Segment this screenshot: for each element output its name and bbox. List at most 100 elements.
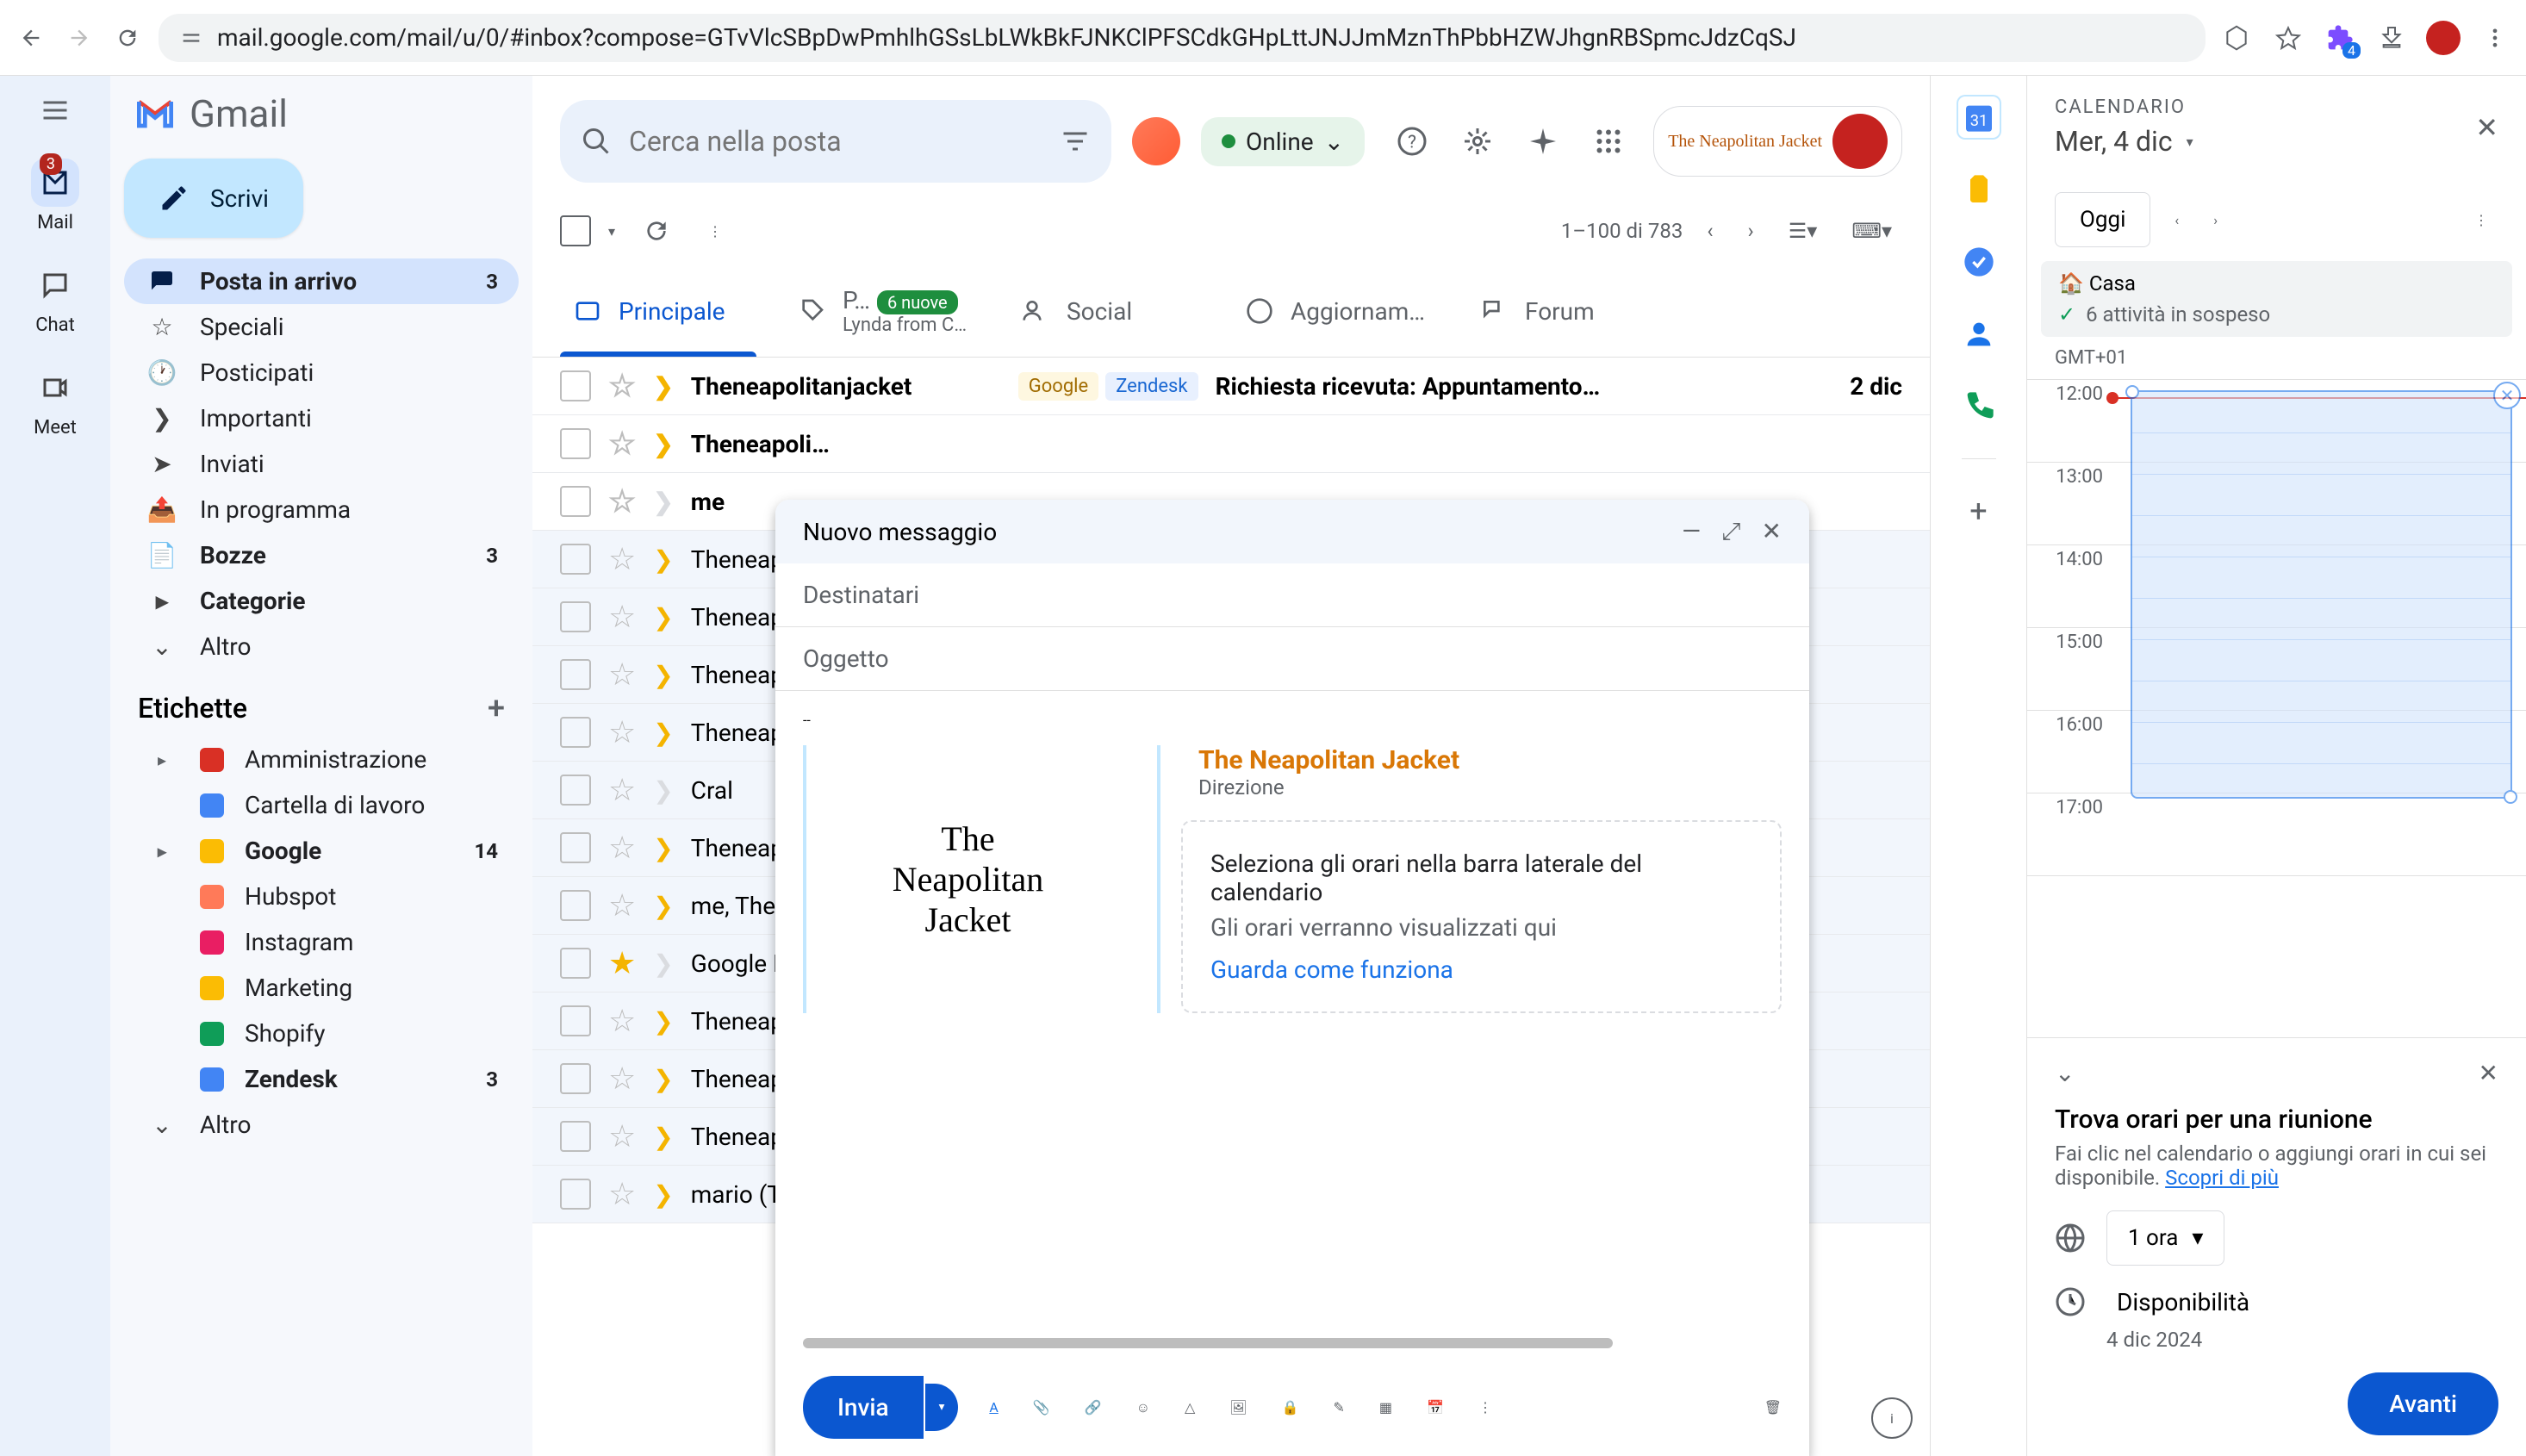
- compose-button[interactable]: Scrivi: [124, 159, 303, 238]
- tab-social[interactable]: Social: [994, 265, 1218, 357]
- template-icon[interactable]: ▦: [1372, 1392, 1399, 1422]
- discard-draft-icon[interactable]: 🗑: [1764, 1399, 1782, 1416]
- calendar-menu-icon[interactable]: ⋮: [2464, 202, 2498, 239]
- nav-snoozed[interactable]: 🕐Posticipati: [124, 350, 519, 395]
- label-hubspot[interactable]: Hubspot: [124, 874, 519, 919]
- label-marketing[interactable]: Marketing: [124, 965, 519, 1011]
- selection-handle[interactable]: [2504, 790, 2517, 804]
- translate-icon[interactable]: [2219, 21, 2254, 55]
- collapse-icon[interactable]: ⌄: [2055, 1059, 2075, 1087]
- link-icon[interactable]: 🔗: [1078, 1392, 1109, 1422]
- recipients-field[interactable]: Destinatari: [775, 563, 1809, 627]
- chrome-menu-icon[interactable]: [2478, 21, 2512, 55]
- important-icon[interactable]: ❯: [653, 488, 673, 516]
- image-icon[interactable]: 🖼: [1223, 1392, 1254, 1422]
- labels-more[interactable]: ⌄Altro: [110, 1102, 532, 1148]
- tasks-addon-icon[interactable]: [1958, 241, 2000, 283]
- nav-important[interactable]: ❯Importanti: [124, 395, 519, 441]
- important-icon[interactable]: ❯: [653, 719, 673, 747]
- prev-page-icon[interactable]: ‹: [1696, 208, 1723, 253]
- email-row[interactable]: ☆ ❯ Theneapoli…: [532, 415, 1930, 473]
- row-checkbox[interactable]: [560, 659, 591, 690]
- important-icon[interactable]: ❯: [653, 949, 673, 978]
- allday-event[interactable]: 🏠 Casa ✓6 attività in sospeso: [2041, 261, 2512, 337]
- calendar-close-icon[interactable]: ✕: [2475, 111, 2498, 144]
- profile-avatar[interactable]: [2426, 21, 2461, 55]
- important-icon[interactable]: ❯: [653, 1007, 673, 1036]
- voice-addon-icon[interactable]: [1958, 386, 2000, 427]
- add-addon-icon[interactable]: +: [1958, 490, 2000, 532]
- star-icon[interactable]: ☆: [608, 599, 636, 635]
- important-icon[interactable]: ❯: [653, 661, 673, 689]
- star-icon[interactable]: ☆: [608, 714, 636, 750]
- site-info-icon[interactable]: [179, 26, 203, 50]
- compose-body[interactable]: -- TheNeapolitanJacket The Neapolitan Ja…: [775, 691, 1809, 1328]
- hubspot-button[interactable]: [1132, 117, 1180, 165]
- row-checkbox[interactable]: [560, 1005, 591, 1036]
- important-icon[interactable]: ❯: [653, 1180, 673, 1209]
- row-checkbox[interactable]: [560, 775, 591, 806]
- star-icon[interactable]: ☆: [608, 830, 636, 866]
- extensions-icon[interactable]: [2323, 21, 2357, 55]
- row-checkbox[interactable]: [560, 428, 591, 459]
- important-icon[interactable]: ❯: [653, 776, 673, 805]
- important-icon[interactable]: ❯: [653, 1065, 673, 1093]
- row-checkbox[interactable]: [560, 890, 591, 921]
- help-floating-icon[interactable]: i: [1871, 1397, 1913, 1439]
- star-icon[interactable]: ☆: [608, 772, 636, 808]
- minimize-icon[interactable]: —: [1682, 517, 1701, 546]
- attach-icon[interactable]: 📎: [1026, 1392, 1057, 1422]
- gemini-icon[interactable]: [1522, 121, 1564, 162]
- nav-drafts[interactable]: 📄Bozze3: [124, 532, 519, 578]
- apps-icon[interactable]: [1588, 121, 1629, 162]
- keep-addon-icon[interactable]: [1958, 169, 2000, 210]
- input-tools-icon[interactable]: ⌨▾: [1841, 208, 1902, 253]
- download-icon[interactable]: [2374, 21, 2409, 55]
- row-checkbox[interactable]: [560, 1063, 591, 1094]
- next-page-icon[interactable]: ›: [1738, 208, 1764, 253]
- nav-categories[interactable]: ▸Categorie: [124, 578, 519, 624]
- calendar-hour-row[interactable]: 17:00: [2027, 793, 2526, 876]
- row-checkbox[interactable]: [560, 948, 591, 979]
- back-button[interactable]: [14, 21, 48, 55]
- status-pill[interactable]: Online ⌄: [1201, 117, 1365, 166]
- nav-sent[interactable]: ➤Inviati: [124, 441, 519, 487]
- row-checkbox[interactable]: [560, 544, 591, 575]
- selection-close-icon[interactable]: ✕: [2493, 382, 2521, 409]
- tab-primary[interactable]: Principale: [546, 265, 770, 357]
- row-checkbox[interactable]: [560, 601, 591, 632]
- calendar-addon-icon[interactable]: 31: [1958, 96, 2000, 138]
- subject-field[interactable]: Oggetto: [775, 627, 1809, 691]
- star-icon[interactable]: ☆: [608, 368, 636, 404]
- drive-icon[interactable]: △: [1178, 1392, 1202, 1422]
- bookmark-icon[interactable]: [2271, 21, 2305, 55]
- label-amministrazione[interactable]: ▸Amministrazione: [124, 737, 519, 782]
- select-all-checkbox[interactable]: [560, 215, 591, 246]
- url-bar[interactable]: mail.google.com/mail/u/0/#inbox?compose=…: [159, 14, 2206, 62]
- nav-more[interactable]: ⌄Altro: [124, 624, 519, 669]
- important-icon[interactable]: ❯: [653, 603, 673, 632]
- format-icon[interactable]: A: [982, 1392, 1005, 1422]
- row-checkbox[interactable]: [560, 1121, 591, 1152]
- rail-mail[interactable]: 3 Mail: [31, 159, 79, 233]
- label-instagram[interactable]: Instagram: [124, 919, 519, 965]
- compose-scrollbar[interactable]: [803, 1338, 1613, 1348]
- star-icon[interactable]: ☆: [608, 1176, 636, 1212]
- reload-button[interactable]: [110, 21, 145, 55]
- close-icon[interactable]: ✕: [1762, 517, 1782, 546]
- org-switcher[interactable]: The Neapolitan Jacket: [1653, 106, 1902, 177]
- label-shopify[interactable]: Shopify: [124, 1011, 519, 1056]
- star-icon[interactable]: ☆: [608, 541, 636, 577]
- nav-scheduled[interactable]: 📤In programma: [124, 487, 519, 532]
- confidential-icon[interactable]: 🔒: [1275, 1392, 1306, 1422]
- important-icon[interactable]: ❯: [653, 892, 673, 920]
- forward-button[interactable]: [62, 21, 96, 55]
- row-checkbox[interactable]: [560, 486, 591, 517]
- tab-promotions[interactable]: P…6 nuove Lynda from C…: [770, 265, 994, 357]
- star-icon[interactable]: ☆: [608, 1003, 636, 1039]
- learn-more-link[interactable]: Scopri di più: [2165, 1166, 2279, 1190]
- nav-starred[interactable]: ☆Speciali: [124, 304, 519, 350]
- important-icon[interactable]: ❯: [653, 834, 673, 862]
- important-icon[interactable]: ❯: [653, 372, 673, 401]
- settings-icon[interactable]: [1457, 121, 1498, 162]
